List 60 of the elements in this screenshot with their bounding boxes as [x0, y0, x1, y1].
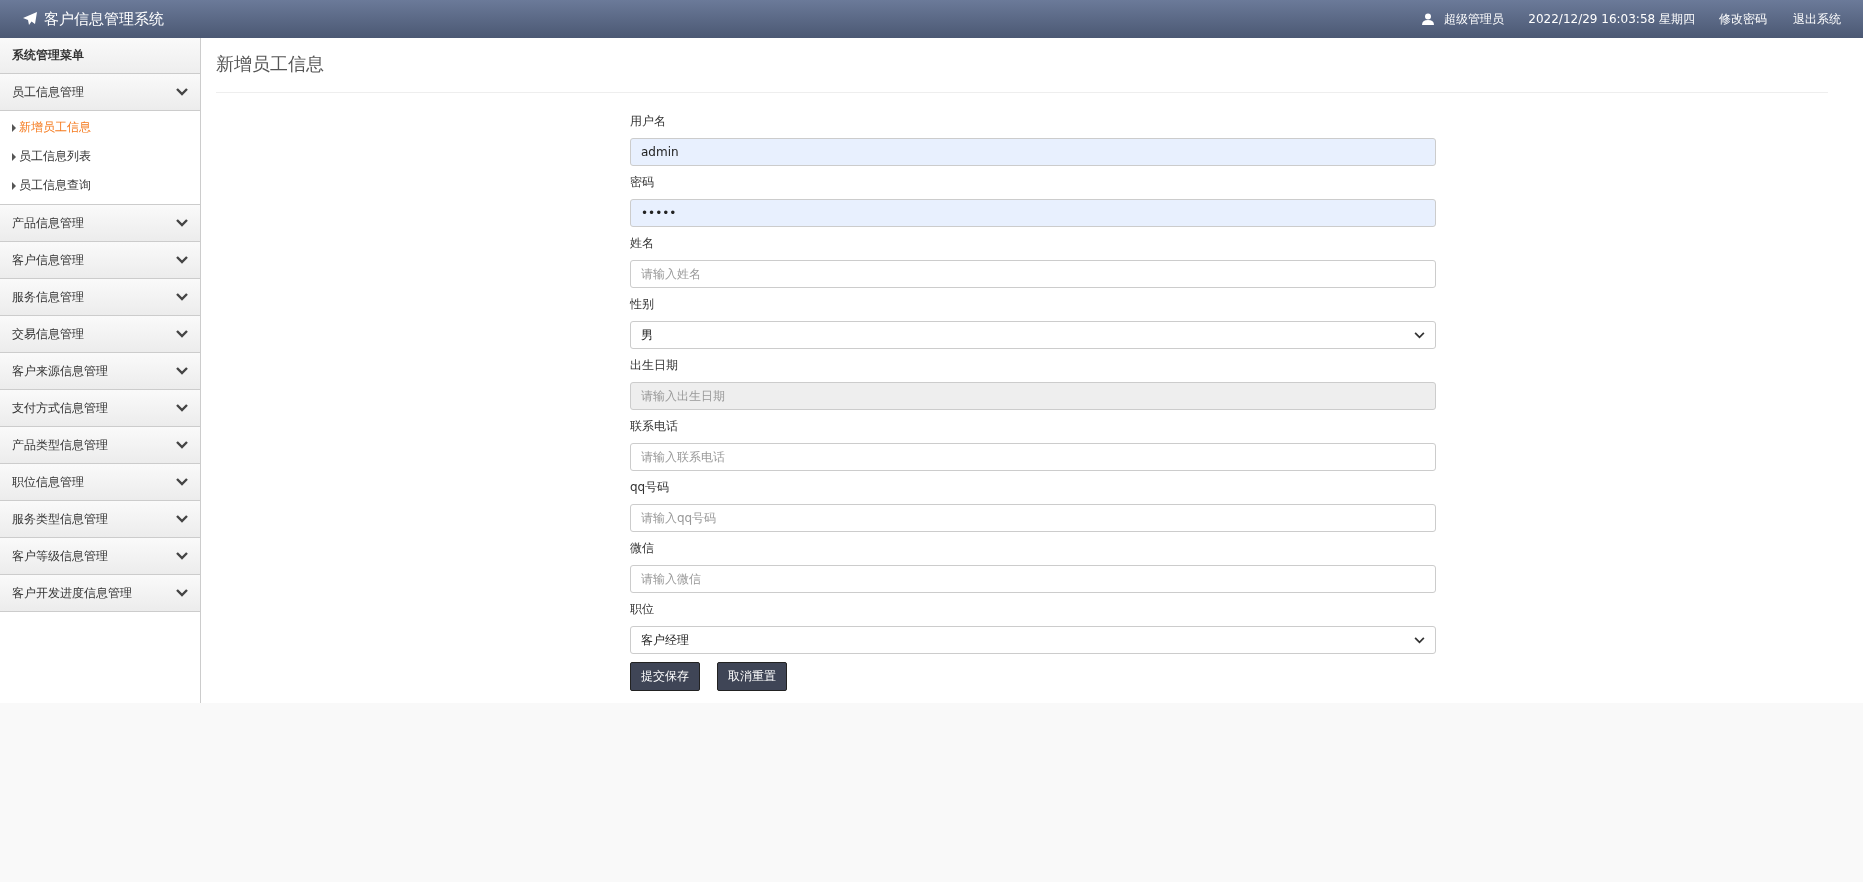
select-field[interactable]: 男	[630, 321, 1436, 349]
menu-group[interactable]: 客户来源信息管理	[0, 353, 200, 390]
menu-group[interactable]: 职位信息管理	[0, 464, 200, 501]
input-field[interactable]: admin	[630, 138, 1436, 166]
input-field[interactable]: 请输入联系电话	[630, 443, 1436, 471]
field-label: 出生日期	[630, 357, 679, 374]
chevron-icon	[176, 441, 188, 449]
chevron-icon	[176, 589, 188, 597]
menu-group[interactable]: 客户信息管理	[0, 242, 200, 279]
menu-group[interactable]: 员工信息管理	[0, 74, 200, 111]
chevron-icon	[176, 293, 188, 301]
menu-group[interactable]: 产品信息管理	[0, 205, 200, 242]
menu-item[interactable]: 员工信息查询	[19, 177, 91, 194]
user-icon	[1422, 13, 1435, 25]
triangle-icon	[12, 152, 16, 161]
chevron-icon	[176, 256, 188, 264]
form-button[interactable]: 提交保存	[630, 662, 700, 691]
triangle-icon	[12, 123, 16, 132]
chevron-icon	[176, 404, 188, 412]
page-title: 新增员工信息	[216, 38, 1828, 93]
paper-plane-icon	[22, 11, 38, 27]
chevron-icon	[176, 552, 188, 560]
chevron-icon	[176, 515, 188, 523]
menu-group[interactable]: 交易信息管理	[0, 316, 200, 353]
form-button[interactable]: 取消重置	[717, 662, 787, 691]
field-label: 联系电话	[630, 418, 679, 435]
triangle-icon	[12, 181, 16, 190]
date-field[interactable]: 请输入出生日期	[630, 382, 1436, 410]
menu-group[interactable]: 产品类型信息管理	[0, 427, 200, 464]
menu-group[interactable]: 客户等级信息管理	[0, 538, 200, 575]
chevron-icon	[1414, 636, 1425, 644]
input-field[interactable]: 请输入微信	[630, 565, 1436, 593]
app-title: 客户信息管理系统	[44, 9, 164, 29]
menu-group[interactable]: 支付方式信息管理	[0, 390, 200, 427]
field-label: 用户名	[630, 113, 667, 130]
field-label: 性别	[630, 296, 655, 313]
input-field[interactable]: 请输入qq号码	[630, 504, 1436, 532]
chevron-icon	[176, 219, 188, 227]
header-link[interactable]: 退出系统	[1793, 10, 1841, 28]
chevron-icon	[1414, 331, 1425, 339]
header-link[interactable]: 修改密码	[1719, 10, 1767, 28]
menu-group[interactable]: 客户开发进度信息管理	[0, 575, 200, 612]
input-field[interactable]: •••••	[630, 199, 1436, 227]
field-label: 微信	[630, 540, 655, 557]
field-label: 职位	[630, 601, 655, 618]
user-name: 超级管理员	[1444, 10, 1505, 28]
menu-group[interactable]: 服务信息管理	[0, 279, 200, 316]
menu-group[interactable]: 服务类型信息管理	[0, 501, 200, 538]
sidebar-title: 系统管理菜单	[0, 38, 200, 74]
chevron-icon	[176, 88, 188, 96]
menu-item[interactable]: 员工信息列表	[19, 148, 91, 165]
chevron-icon	[176, 330, 188, 338]
field-label: 姓名	[630, 235, 655, 252]
chevron-icon	[176, 478, 188, 486]
input-field[interactable]: 请输入姓名	[630, 260, 1436, 288]
chevron-icon	[176, 367, 188, 375]
field-label: qq号码	[630, 479, 671, 496]
date-time: 2022/12/29 16:03:58 星期四	[1528, 10, 1695, 28]
field-label: 密码	[630, 174, 655, 191]
select-field[interactable]: 客户经理	[630, 626, 1436, 654]
